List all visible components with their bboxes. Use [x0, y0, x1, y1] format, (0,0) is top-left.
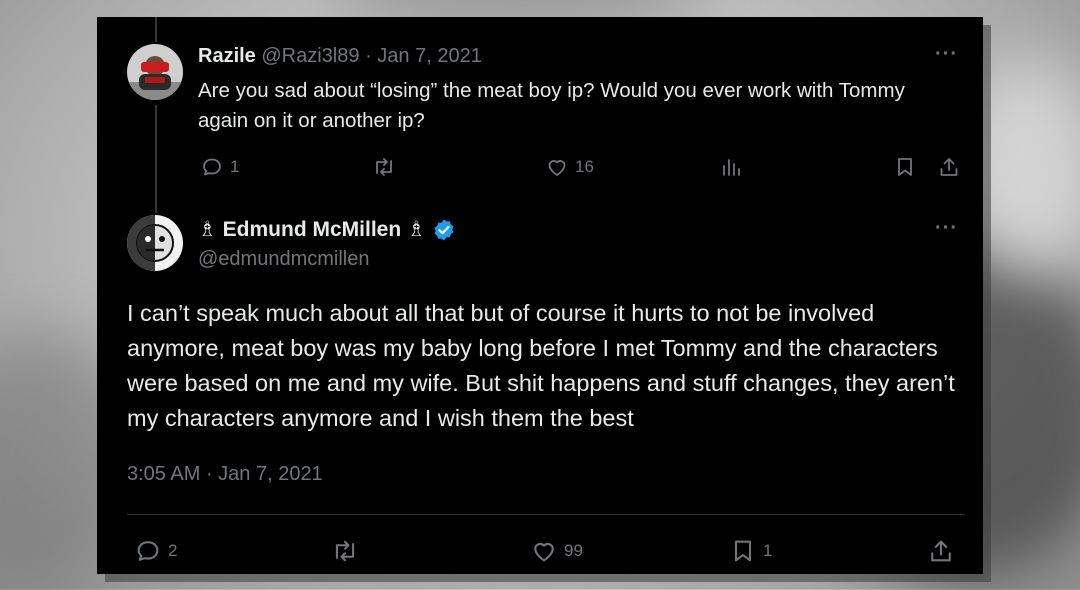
like-button[interactable]: 16 [545, 155, 594, 179]
share-icon [940, 158, 958, 176]
reply-author-handle[interactable]: @Razi3l89 [261, 45, 359, 67]
views-button[interactable] [719, 155, 743, 179]
views-icon [723, 159, 740, 176]
share-button[interactable] [937, 155, 961, 179]
main-retweet-button[interactable] [330, 537, 360, 565]
like-icon [548, 160, 566, 176]
main-like-button[interactable]: 99 [530, 537, 583, 565]
comment-icon [203, 158, 221, 176]
reply-author-name[interactable]: Razile [198, 45, 256, 67]
retweet-icon [335, 540, 355, 562]
comment-icon [137, 541, 159, 561]
avatar-razile[interactable] [127, 44, 183, 100]
divider [127, 514, 965, 515]
main-author-name[interactable]: ♗ Edmund McMillen ♗ [198, 217, 426, 242]
main-bookmark-button[interactable]: 1 [729, 537, 772, 565]
thread-connector-line [155, 17, 157, 42]
more-options-icon[interactable]: ··· [935, 43, 958, 66]
reply-tweet-text: Are you sad about “losing” the meat boy … [198, 79, 905, 132]
like-icon [534, 542, 554, 562]
main-author-handle[interactable]: @edmundmcmillen [198, 248, 369, 271]
retweet-button[interactable] [371, 155, 397, 179]
thread-connector-line [155, 105, 157, 213]
retweet-icon [376, 158, 392, 176]
bookmark-button[interactable] [893, 155, 917, 179]
verified-badge-icon [434, 219, 454, 240]
bookmark-icon [898, 158, 912, 176]
tweet-timestamp[interactable]: 3:05 AM · Jan 7, 2021 [127, 463, 323, 486]
main-reply-button[interactable]: 2 [134, 537, 177, 565]
main-reply-count: 2 [168, 541, 178, 560]
reply-comment-button[interactable]: 1 [200, 155, 239, 179]
main-author-row: ♗ Edmund McMillen ♗ [198, 217, 456, 242]
share-icon [931, 540, 951, 562]
main-like-count: 99 [564, 541, 583, 560]
more-options-icon[interactable]: ··· [935, 217, 958, 240]
reply-count: 1 [230, 157, 240, 176]
main-share-button[interactable] [927, 537, 955, 565]
separator-dot: · [365, 45, 372, 67]
bookmark-icon [734, 540, 752, 562]
avatar-edmund[interactable] [127, 215, 183, 271]
reply-date[interactable]: Jan 7, 2021 [377, 45, 482, 67]
tweet-thread-card: Razile @Razi3l89 · Jan 7, 2021 ··· Are y… [97, 17, 983, 574]
main-bookmark-count: 1 [763, 541, 773, 560]
reply-header: Razile @Razi3l89 · Jan 7, 2021 [198, 45, 482, 68]
like-count: 16 [575, 157, 594, 176]
main-tweet-text: I can’t speak much about all that but of… [127, 300, 955, 431]
